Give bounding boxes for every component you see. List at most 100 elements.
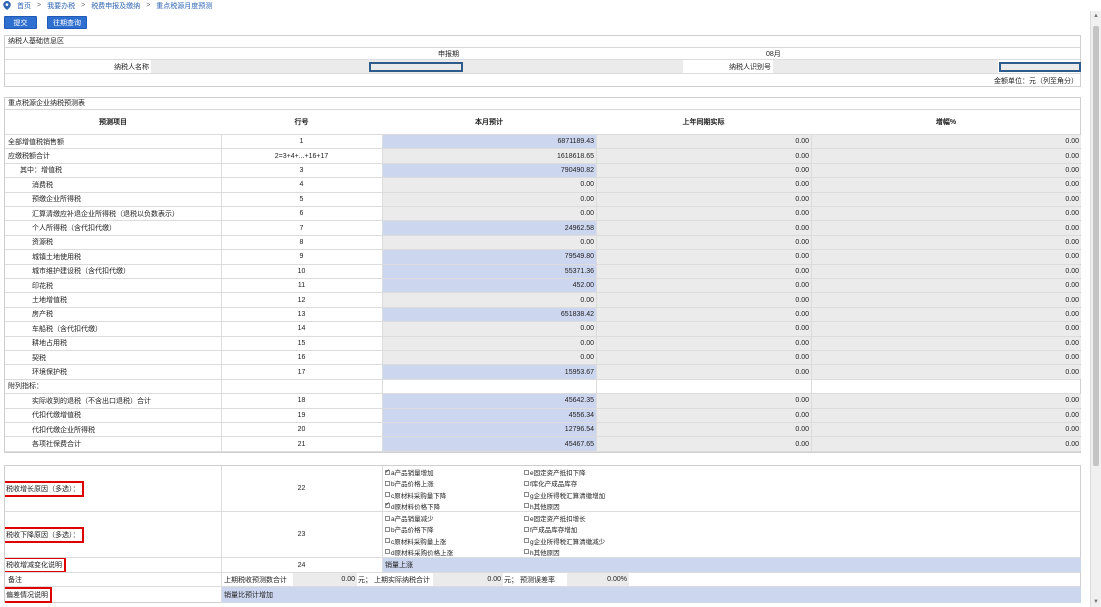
scroll-down-arrow-icon[interactable]: ▼ <box>1093 599 1099 605</box>
row-item-name: 城市维护建设税（含代扣代缴） <box>32 268 130 276</box>
row-item-name: 代扣代缴企业所得税 <box>32 426 95 434</box>
row-current-value[interactable]: 45467.65 <box>382 437 596 451</box>
page-scrollbar[interactable]: ▲ ▼ <box>1090 11 1101 607</box>
reason-checkbox[interactable]: h其他原因 <box>524 547 560 557</box>
reason-checkbox-label: f产成品库存增加 <box>530 527 578 535</box>
row-growth-value: 0.00 <box>811 192 1081 206</box>
row-current-value[interactable]: 6871189.43 <box>382 135 596 149</box>
scrollbar-thumb[interactable] <box>1093 26 1099 466</box>
period-label: 申报期 <box>438 50 459 58</box>
reason-checkbox[interactable]: a产品销量减少 <box>385 513 434 523</box>
row-last-year-value: 0.00 <box>596 221 811 235</box>
row-current-value[interactable]: 4556.34 <box>382 408 596 422</box>
row-current-value[interactable]: 55371.36 <box>382 264 596 278</box>
checkbox-unchecked-icon[interactable] <box>524 503 529 509</box>
breadcrumb-declaration[interactable]: 税费申报及缴纳 <box>91 1 140 11</box>
checkbox-unchecked-icon[interactable] <box>524 492 529 498</box>
row-current-value: 0.00 <box>382 235 596 250</box>
row-current-value: 0.00 <box>382 322 596 336</box>
row-item-name: 应缴税额合计 <box>8 153 50 161</box>
reason-checkbox[interactable]: g企业所得税汇算清缴减少 <box>524 536 605 546</box>
row-current-value[interactable]: 12796.54 <box>382 423 596 437</box>
row-last-year-value: 0.00 <box>596 437 811 451</box>
row-growth-value: 0.00 <box>811 293 1081 307</box>
deviation-input[interactable]: 销量比预计增加 <box>221 587 1081 603</box>
checkbox-unchecked-icon[interactable] <box>524 480 529 486</box>
period-value: 08月 <box>766 50 781 58</box>
breadcrumb-tax-service[interactable]: 我要办税 <box>47 1 75 11</box>
row-current-value <box>382 380 596 393</box>
change-explanation-input[interactable]: 销量上涨 <box>382 558 1081 572</box>
reason-checkbox[interactable]: e固定资产抵扣下降 <box>524 467 586 477</box>
row-item-name: 契税 <box>32 354 46 362</box>
reason-checkbox[interactable]: f产成品库存增加 <box>524 524 577 534</box>
row-item-name: 代扣代缴增值税 <box>32 412 81 420</box>
scroll-up-arrow-icon[interactable]: ▲ <box>1093 13 1099 19</box>
checkbox-unchecked-icon[interactable] <box>385 538 390 544</box>
checkbox-unchecked-icon[interactable] <box>524 469 529 475</box>
change-explanation-no: 24 <box>297 561 306 569</box>
reason-checkbox[interactable]: e固定资产抵扣增长 <box>524 513 586 523</box>
row-growth-value: 0.00 <box>811 437 1081 451</box>
checkbox-unchecked-icon[interactable] <box>524 526 529 532</box>
checkbox-unchecked-icon[interactable] <box>524 538 529 544</box>
reason-checkbox[interactable]: a产品销量增加 <box>385 467 434 477</box>
reason-checkbox[interactable]: g企业所得税汇算清缴增加 <box>524 490 605 500</box>
row-current-value[interactable]: 24962.58 <box>382 221 596 235</box>
forecast-error-value: 0.00% <box>567 573 629 586</box>
checkbox-unchecked-icon[interactable] <box>524 549 529 555</box>
row-item-name: 其中：增值税 <box>20 167 62 175</box>
row-last-year-value <box>596 380 811 393</box>
table-row: 资源税 8 0.00 0.00 0.00 <box>5 235 1081 251</box>
row-current-value[interactable]: 45642.35 <box>382 394 596 408</box>
row-growth-value: 0.00 <box>811 250 1081 264</box>
row-last-year-value: 0.00 <box>596 163 811 178</box>
row-current-value[interactable]: 452.00 <box>382 279 596 293</box>
breadcrumb-separator: > <box>37 2 42 9</box>
reason-checkbox[interactable]: f库化产成品库存 <box>524 478 577 488</box>
row-item-name: 环境保护税 <box>32 369 67 377</box>
row-last-year-value: 0.00 <box>596 423 811 437</box>
reason-checkbox[interactable]: d原材料采购价格上涨 <box>385 547 453 557</box>
change-explanation-row: 税收增减变化说明 24 销量上涨 <box>5 558 1081 573</box>
reason-checkbox[interactable]: c原材料采购量上涨 <box>385 536 446 546</box>
reason-checkbox-label: g企业所得税汇算清缴增加 <box>530 492 606 500</box>
taxpayer-name-input[interactable] <box>369 62 463 72</box>
submit-button[interactable]: 提交 <box>4 16 37 29</box>
breadcrumb-home[interactable]: 首页 <box>17 1 31 11</box>
row-number: 1 <box>299 138 304 146</box>
checkbox-unchecked-icon[interactable] <box>524 515 529 521</box>
taxpayer-id-input[interactable] <box>999 62 1081 72</box>
reason-checkbox[interactable]: b产品价格下降 <box>385 524 434 534</box>
row-last-year-value: 0.00 <box>596 351 811 365</box>
checkbox-checked-icon[interactable] <box>385 468 390 475</box>
row-growth-value: 0.00 <box>811 135 1081 149</box>
checkbox-checked-icon[interactable] <box>385 501 390 509</box>
checkbox-unchecked-icon[interactable] <box>385 549 390 555</box>
row-last-year-value: 0.00 <box>596 365 811 379</box>
checkbox-unchecked-icon[interactable] <box>385 526 390 532</box>
history-query-button[interactable]: 往期查询 <box>47 16 87 29</box>
row-current-value[interactable]: 79549.80 <box>382 250 596 264</box>
checkbox-unchecked-icon[interactable] <box>385 515 390 521</box>
row-number: 7 <box>299 224 304 232</box>
checkbox-unchecked-icon[interactable] <box>385 492 390 498</box>
row-current-value[interactable]: 790490.82 <box>382 163 596 178</box>
checkbox-unchecked-icon[interactable] <box>385 480 390 486</box>
prev-actual-value: 0.00 <box>433 573 503 586</box>
row-number: 18 <box>297 397 306 405</box>
row-current-value[interactable]: 651838.42 <box>382 307 596 322</box>
reason-checkbox[interactable]: c原材料采购量下降 <box>385 490 446 500</box>
row-current-value[interactable]: 15953.67 <box>382 365 596 379</box>
row-number: 15 <box>297 339 306 347</box>
reason-checkbox[interactable]: d原材料价格下降 <box>385 501 440 511</box>
row-current-value: 0.00 <box>382 192 596 206</box>
row-growth-value: 0.00 <box>811 149 1081 163</box>
reason-section: 税收增长原因（多选）： 22 a产品销量增加 b产品价格上涨 c原材料采购量下降 d原… <box>4 465 1081 603</box>
reason-checkbox-label: c原材料采购量上涨 <box>391 538 447 546</box>
row-current-value: 0.00 <box>382 178 596 192</box>
reason-checkbox[interactable]: h其他原因 <box>524 501 560 511</box>
reason-checkbox[interactable]: b产品价格上涨 <box>385 478 434 488</box>
row-number: 9 <box>299 253 304 261</box>
row-item-name: 各项社保费合计 <box>32 441 81 449</box>
